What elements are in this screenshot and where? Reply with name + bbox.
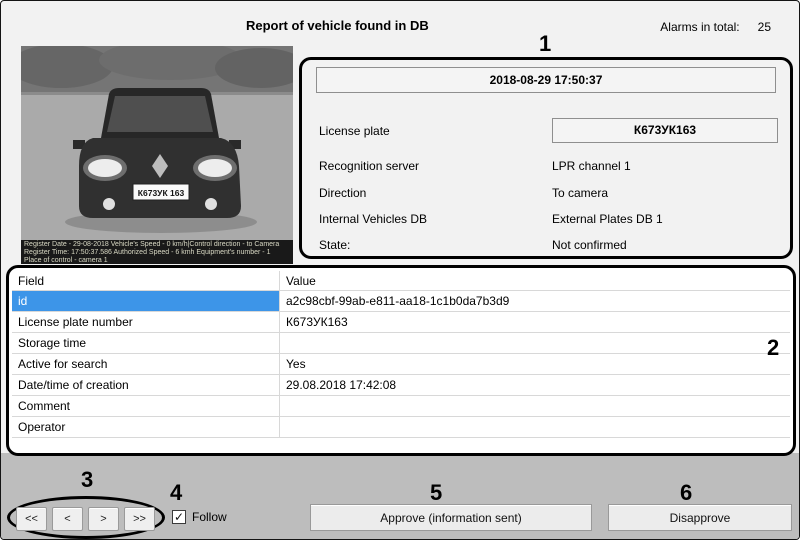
report-window: Report of vehicle found in DB Alarms in …	[0, 0, 800, 540]
table-row: id a2c98cbf-99ab-e811-aa18-1c1b0da7b3d9	[12, 291, 790, 312]
cell-value-active-for-search[interactable]: Yes	[280, 354, 790, 374]
recognition-server-value: LPR channel 1	[552, 159, 631, 173]
cell-value-license-plate-number[interactable]: К673УК163	[280, 312, 790, 332]
license-plate-label: License plate	[319, 124, 390, 138]
recognition-timestamp: 2018-08-29 17:50:37	[316, 67, 776, 93]
cell-value-operator[interactable]	[280, 417, 790, 437]
details-table: Field Value id a2c98cbf-99ab-e811-aa18-1…	[12, 271, 790, 438]
annotation-5: 5	[430, 480, 442, 506]
annotation-4: 4	[170, 480, 182, 506]
vehicle-photo: К673УК 163 Register Date - 29-08-2018 Ve…	[21, 46, 293, 264]
cell-value-id[interactable]: a2c98cbf-99ab-e811-aa18-1c1b0da7b3d9	[280, 291, 790, 311]
internal-db-label: Internal Vehicles DB	[319, 212, 427, 226]
disapprove-button[interactable]: Disapprove	[608, 504, 792, 531]
alarms-label: Alarms in total:	[660, 20, 739, 34]
follow-label: Follow	[192, 510, 227, 524]
annotation-1: 1	[539, 31, 551, 57]
table-row: Active for search Yes	[12, 354, 790, 375]
table-header-row: Field Value	[12, 271, 790, 291]
table-row: Operator	[12, 417, 790, 438]
cell-field-comment[interactable]: Comment	[12, 396, 280, 416]
cell-value-date-of-creation[interactable]: 29.08.2018 17:42:08	[280, 375, 790, 395]
table-row: Storage time	[12, 333, 790, 354]
nav-first-button[interactable]: <<	[16, 507, 47, 531]
overlay-line: Register Time: 17:50:37.586 Authorized S…	[24, 249, 290, 257]
photo-license-plate: К673УК 163	[138, 188, 185, 198]
nav-next-button[interactable]: >	[88, 507, 119, 531]
annotation-3: 3	[81, 467, 93, 493]
recognition-server-label: Recognition server	[319, 159, 419, 173]
cell-field-operator[interactable]: Operator	[12, 417, 280, 437]
direction-value: To camera	[552, 186, 608, 200]
page-title: Report of vehicle found in DB	[246, 18, 429, 33]
table-row: Date/time of creation 29.08.2018 17:42:0…	[12, 375, 790, 396]
column-header-value: Value	[280, 271, 790, 290]
overlay-line: Place of control - camera 1	[24, 257, 290, 264]
overlay-line: Register Date - 29-08-2018 Vehicle's Spe…	[24, 241, 290, 249]
column-header-field: Field	[12, 271, 280, 290]
license-plate-value: К673УК163	[552, 118, 778, 143]
vehicle-photo-image: К673УК 163	[21, 46, 293, 240]
alarms-count: 25	[758, 20, 771, 34]
cell-field-active-for-search[interactable]: Active for search	[12, 354, 280, 374]
cell-field-date-of-creation[interactable]: Date/time of creation	[12, 375, 280, 395]
approve-button[interactable]: Approve (information sent)	[310, 504, 592, 531]
internal-db-value: External Plates DB 1	[552, 212, 663, 226]
table-row: License plate number К673УК163	[12, 312, 790, 333]
annotation-2: 2	[767, 335, 779, 361]
follow-checkbox[interactable]: ✓	[172, 510, 186, 524]
state-value: Not confirmed	[552, 238, 627, 252]
photo-telemetry-overlay: Register Date - 29-08-2018 Vehicle's Spe…	[21, 240, 293, 264]
cell-value-comment[interactable]	[280, 396, 790, 416]
cell-field-id[interactable]: id	[12, 291, 280, 311]
direction-label: Direction	[319, 186, 366, 200]
alarms-total: Alarms in total: 25	[660, 20, 771, 34]
annotation-6: 6	[680, 480, 692, 506]
table-row: Comment	[12, 396, 790, 417]
details-table-panel: Field Value id a2c98cbf-99ab-e811-aa18-1…	[6, 265, 796, 456]
cell-field-license-plate-number[interactable]: License plate number	[12, 312, 280, 332]
state-label: State:	[319, 238, 350, 252]
cell-field-storage-time[interactable]: Storage time	[12, 333, 280, 353]
nav-last-button[interactable]: >>	[124, 507, 155, 531]
nav-previous-button[interactable]: <	[52, 507, 83, 531]
cell-value-storage-time[interactable]	[280, 333, 790, 353]
